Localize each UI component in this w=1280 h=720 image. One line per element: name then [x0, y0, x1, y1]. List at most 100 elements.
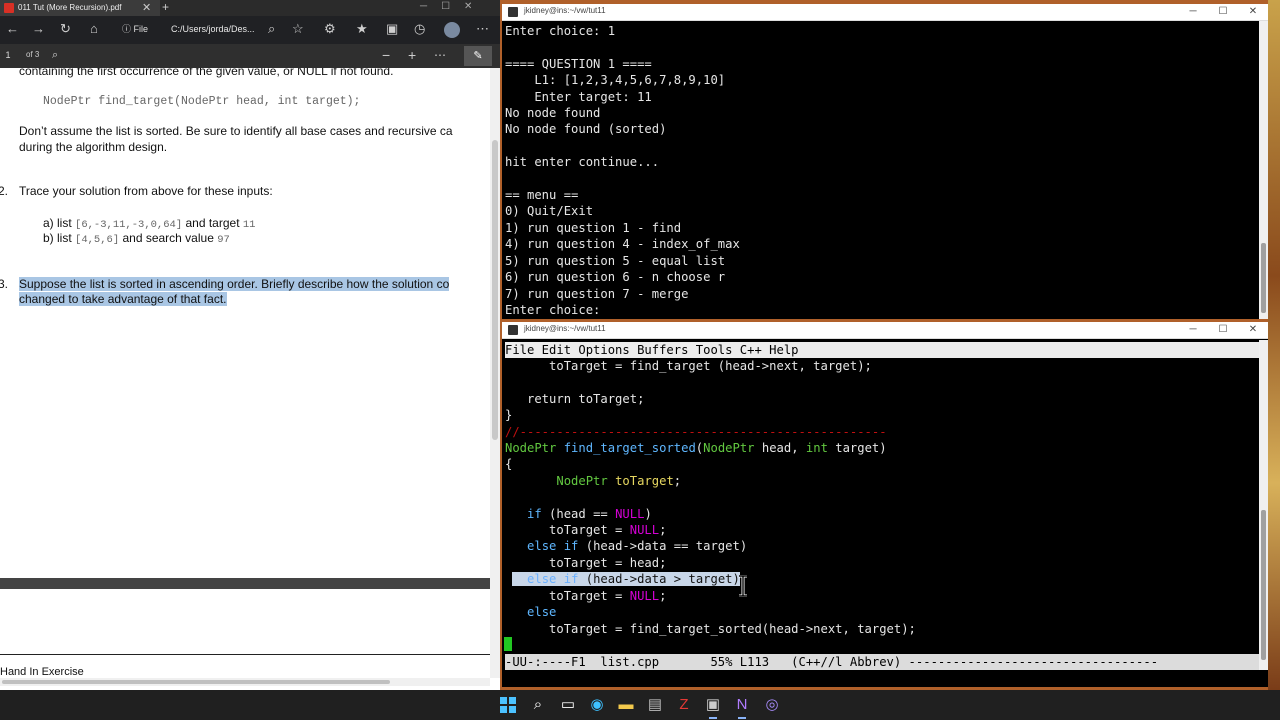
- minimize-button[interactable]: ─: [1178, 322, 1208, 338]
- new-tab-button[interactable]: +: [162, 0, 169, 14]
- code-type: NodePtr: [703, 441, 755, 456]
- code-selection[interactable]: else if (head->data > target): [512, 572, 740, 587]
- terminal-line: No node found: [505, 106, 601, 121]
- favorites-icon[interactable]: ★: [356, 20, 368, 38]
- obs-icon[interactable]: ◎: [762, 695, 782, 715]
- terminal-emacs-scrollbar[interactable]: [1259, 340, 1268, 670]
- terminal-emacs-title: jkidney@ins:~/vw/tut11: [524, 324, 606, 333]
- code-keyword: if: [563, 572, 579, 587]
- terminal-line: == menu ==: [505, 188, 579, 203]
- code-text: ;: [659, 523, 667, 538]
- pdf-search-icon[interactable]: ⌕: [52, 47, 58, 63]
- text-cursor: [504, 637, 512, 651]
- q2b-label: b) list: [43, 231, 72, 245]
- close-button[interactable]: ✕: [1238, 322, 1268, 338]
- q3-number: 3.: [0, 277, 9, 291]
- minimize-button[interactable]: ─: [1178, 4, 1208, 20]
- terminal-top-output[interactable]: Enter choice: 1 ==== QUESTION 1 ==== L1:…: [505, 23, 740, 318]
- back-icon[interactable]: ←: [6, 20, 19, 38]
- terminal-line: 7) run question 7 - merge: [505, 286, 689, 301]
- q2a-mid: and target: [185, 216, 240, 230]
- q2a-line: a) list [6,-3,11,-3,0,64] and target 11: [43, 216, 255, 231]
- app-icon[interactable]: ▤: [645, 695, 665, 715]
- home-icon[interactable]: ⌂: [90, 20, 98, 38]
- code-constant: NULL: [629, 523, 660, 538]
- terminal-line: Enter choice: 1: [505, 24, 616, 38]
- code-text: toTarget =: [505, 523, 630, 538]
- terminal-icon[interactable]: ▣: [703, 695, 723, 719]
- q2-number: 2.: [0, 184, 9, 198]
- terminal-icon: [508, 7, 518, 17]
- code-text: ): [644, 506, 652, 521]
- edge-icon[interactable]: ◉: [587, 695, 607, 715]
- search-icon[interactable]: ⌕: [528, 695, 548, 715]
- terminal-line: 4) run question 4 - index_of_max: [505, 237, 740, 252]
- task-view-icon[interactable]: ▭: [558, 695, 578, 715]
- pdf-vertical-scroll-thumb[interactable]: [492, 140, 498, 440]
- filezilla-icon[interactable]: Z: [674, 695, 694, 715]
- pdf-file-icon: [4, 3, 14, 13]
- terminal-top-titlebar[interactable]: jkidney@ins:~/vw/tut11 ─ ☐ ✕: [502, 4, 1268, 21]
- terminal-line: 0) Quit/Exit: [505, 204, 594, 219]
- taskbar: [0, 690, 1280, 720]
- terminal-top-scrollbar[interactable]: [1259, 21, 1268, 319]
- tab-pdf[interactable]: 011 Tut (More Recursion).pdf ✕: [0, 0, 160, 16]
- terminal-line: 6) run question 6 - n choose r: [505, 270, 726, 285]
- terminal-top-title: jkidney@ins:~/vw/tut11: [524, 6, 606, 15]
- pdf-horizontal-scroll-thumb[interactable]: [2, 680, 390, 684]
- tab-title: 011 Tut (More Recursion).pdf: [18, 3, 122, 12]
- code-text: (head->data == target): [578, 539, 748, 554]
- terminal-window-emacs: jkidney@ins:~/vw/tut11 ─ ☐ ✕ File Edit O…: [502, 322, 1268, 687]
- terminal-emacs-titlebar[interactable]: jkidney@ins:~/vw/tut11 ─ ☐ ✕: [502, 322, 1268, 339]
- pin-toolbar-icon[interactable]: ✎: [464, 46, 492, 66]
- code-line: }: [505, 408, 513, 423]
- code-keyword: else: [527, 605, 557, 620]
- emacs-code-buffer[interactable]: toTarget = find_target (head->next, targ…: [505, 358, 916, 637]
- emacs-mode-line: -UU-:----F1 list.cpp 55% L113 (C++//l Ab…: [505, 654, 1259, 670]
- pdf-more-icon[interactable]: ⋯: [434, 46, 446, 64]
- terminal-top-scroll-thumb[interactable]: [1261, 243, 1266, 313]
- terminal-emacs-scroll-thumb[interactable]: [1261, 510, 1266, 660]
- q2b-line: b) list [4,5,6] and search value 97: [43, 231, 230, 246]
- folder-icon[interactable]: ▬: [616, 695, 636, 715]
- pdf-signature: NodePtr find_target(NodePtr head, int ta…: [43, 95, 361, 108]
- collections-icon[interactable]: ▣: [386, 20, 398, 38]
- maximize-button[interactable]: ☐: [1208, 322, 1238, 338]
- code-text: ;: [673, 473, 682, 488]
- code-keyword: else: [527, 572, 557, 587]
- history-icon[interactable]: ◷: [414, 20, 425, 38]
- emacs-menu-bar[interactable]: File Edit Options Buffers Tools C++ Help: [505, 342, 1259, 358]
- code-constant: NULL: [615, 506, 645, 521]
- q2a-value: 11: [242, 219, 256, 231]
- zoom-icon[interactable]: ⌕: [268, 20, 275, 38]
- maximize-button[interactable]: ☐: [1208, 4, 1238, 20]
- forward-icon[interactable]: →: [32, 20, 45, 38]
- zoom-out-icon[interactable]: −: [382, 46, 390, 64]
- address-bar[interactable]: C:/Users/jorda/Des...: [171, 21, 261, 37]
- tab-close-icon[interactable]: ✕: [142, 0, 151, 16]
- code-line: {: [505, 457, 513, 472]
- page-separator: [0, 578, 490, 589]
- extensions-icon[interactable]: ⚙: [324, 20, 336, 38]
- pdf-toolbar: [0, 44, 500, 68]
- favorite-add-icon[interactable]: ☆: [292, 20, 304, 38]
- more-options-icon[interactable]: ⋯: [476, 20, 489, 38]
- terminal-line: L1: [1,2,3,4,5,6,7,8,9,10]: [505, 73, 726, 88]
- page-2-heading: Hand In Exercise: [0, 666, 84, 678]
- code-text: (head ==: [541, 506, 616, 521]
- reload-icon[interactable]: ↻: [60, 20, 71, 38]
- code-line: return toTarget;: [505, 391, 645, 406]
- zoom-in-icon[interactable]: +: [408, 46, 416, 64]
- profile-avatar[interactable]: [444, 22, 460, 38]
- browser-window-controls[interactable]: ─☐✕: [420, 0, 486, 14]
- close-button[interactable]: ✕: [1238, 4, 1268, 20]
- windows-start-icon[interactable]: [498, 695, 518, 715]
- code-constant: NULL: [629, 588, 660, 603]
- site-info[interactable]: ⓘ File: [122, 21, 148, 37]
- page-number-input[interactable]: 1: [0, 47, 16, 63]
- code-type: int: [805, 441, 828, 456]
- terminal-line: hit enter continue...: [505, 155, 660, 170]
- onenote-icon[interactable]: N: [732, 695, 752, 719]
- code-variable: toTarget: [615, 473, 674, 488]
- code-text: ;: [659, 588, 667, 603]
